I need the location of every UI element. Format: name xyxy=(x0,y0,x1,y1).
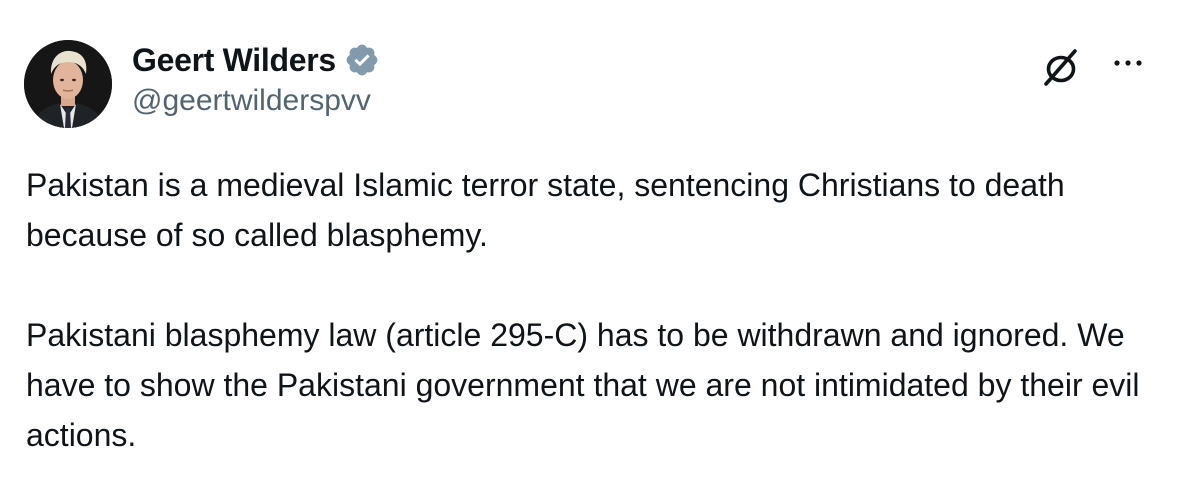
post-paragraph: Pakistani blasphemy law (article 295-C) … xyxy=(26,317,1140,453)
verified-badge-icon[interactable] xyxy=(344,42,380,78)
post-text: Pakistan is a medieval Islamic terror st… xyxy=(26,160,1156,460)
grok-icon[interactable] xyxy=(1040,46,1082,88)
author-name-row: Geert Wilders xyxy=(132,40,380,80)
profile-photo-icon xyxy=(24,40,112,128)
post-card: Geert Wilders @geertwilderspvv Pakistan … xyxy=(0,0,1180,482)
author-handle[interactable]: @geertwilderspvv xyxy=(132,84,371,118)
avatar[interactable] xyxy=(24,40,112,128)
more-options-icon[interactable] xyxy=(1112,56,1144,70)
author-display-name[interactable]: Geert Wilders xyxy=(132,42,336,79)
post-paragraph: Pakistan is a medieval Islamic terror st… xyxy=(26,167,1065,253)
